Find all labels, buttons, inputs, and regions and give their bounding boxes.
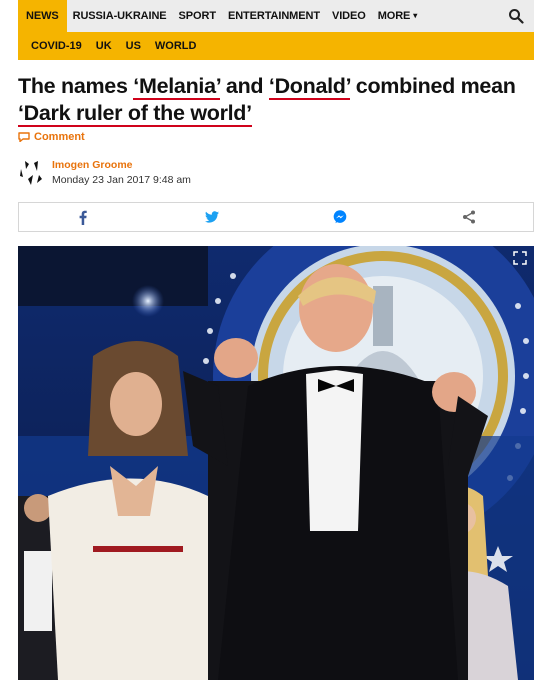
byline: Imogen Groome Monday 23 Jan 2017 9:48 am: [18, 159, 191, 187]
headline-text-3: combined mean: [350, 74, 516, 98]
messenger-icon: [333, 210, 347, 224]
nav-item-video[interactable]: VIDEO: [326, 0, 372, 32]
hero-photo-illustration: [18, 246, 534, 680]
share-bar: [18, 202, 534, 232]
subnav-item-world[interactable]: WORLD: [148, 40, 204, 52]
author-logo-icon: [20, 161, 42, 185]
headline-name-donald: ‘Donald’: [268, 74, 351, 100]
publish-date: Monday 23 Jan 2017 9:48 am: [52, 174, 191, 186]
nav-item-entertainment[interactable]: ENTERTAINMENT: [222, 0, 326, 32]
share-twitter-button[interactable]: [204, 210, 219, 224]
article-hero-image: [18, 246, 534, 680]
headline-text-1: The names: [18, 74, 134, 98]
subnav-item-uk[interactable]: UK: [89, 40, 119, 52]
subnav-item-us[interactable]: US: [119, 40, 148, 52]
comment-label: Comment: [34, 131, 85, 143]
author-name[interactable]: Imogen Groome: [52, 159, 191, 171]
share-icon: [462, 210, 475, 224]
share-generic-button[interactable]: [462, 210, 476, 224]
headline-name-melania: ‘Melania’: [133, 74, 221, 100]
chevron-down-icon: ▾: [413, 11, 418, 20]
comment-link[interactable]: Comment: [18, 131, 85, 143]
nav-item-russia-ukraine[interactable]: RUSSIA-UKRAINE: [67, 0, 173, 32]
share-messenger-button[interactable]: [333, 210, 347, 224]
headline-text-2: and: [220, 74, 269, 98]
nav-item-more[interactable]: MORE ▾: [372, 0, 424, 32]
facebook-icon: [79, 210, 87, 225]
sub-navigation: COVID-19 UK US WORLD: [18, 32, 534, 60]
twitter-icon: [204, 211, 219, 223]
search-icon[interactable]: [508, 8, 524, 24]
nav-item-sport[interactable]: SPORT: [173, 0, 222, 32]
headline-name-meaning: ‘Dark ruler of the world’: [18, 101, 252, 127]
comment-icon: [18, 132, 30, 142]
nav-more-label: MORE: [377, 10, 411, 22]
share-facebook-button[interactable]: [76, 210, 90, 225]
subnav-item-covid[interactable]: COVID-19: [24, 40, 89, 52]
article-headline: The names ‘Melania’ and ‘Donald’ combine…: [18, 73, 534, 127]
top-navigation: NEWS RUSSIA-UKRAINE SPORT ENTERTAINMENT …: [18, 0, 534, 32]
byline-text: Imogen Groome Monday 23 Jan 2017 9:48 am: [52, 159, 191, 186]
nav-item-news[interactable]: NEWS: [18, 0, 67, 32]
expand-icon[interactable]: [512, 250, 528, 266]
